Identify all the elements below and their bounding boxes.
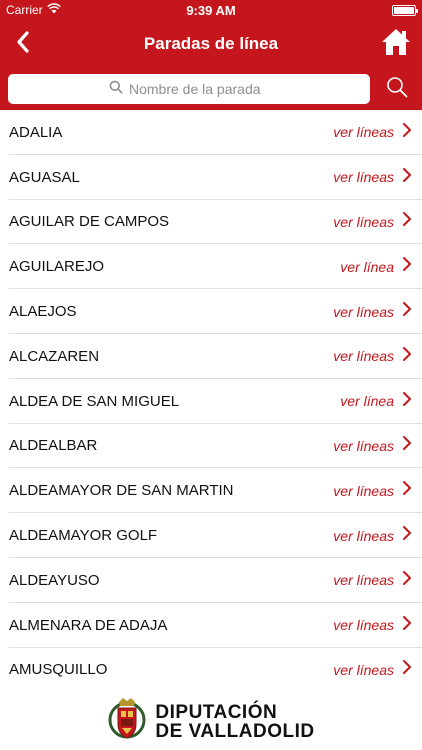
footer-line-1: DIPUTACIÓN <box>155 701 278 723</box>
chevron-right-icon <box>402 301 412 322</box>
row-action[interactable]: ver línea <box>340 391 412 412</box>
see-lines-link[interactable]: ver línea <box>340 259 394 275</box>
stop-name: ALCAZAREN <box>9 347 100 365</box>
stop-name: ALDEAMAYOR DE SAN MARTIN <box>9 482 234 500</box>
row-action[interactable]: ver líneas <box>333 435 412 456</box>
see-lines-link[interactable]: ver líneas <box>333 483 394 499</box>
list-item[interactable]: ALDEAYUSO ver líneas <box>0 558 422 603</box>
list-item[interactable]: AGUASAL ver líneas <box>0 155 422 200</box>
chevron-right-icon <box>402 615 412 636</box>
row-action[interactable]: ver líneas <box>333 659 412 680</box>
see-lines-link[interactable]: ver líneas <box>333 572 394 588</box>
stop-name: AGUILAREJO <box>9 258 105 276</box>
stop-name: ALDEA DE SAN MIGUEL <box>9 392 180 410</box>
stop-name: ALDEALBAR <box>9 437 98 455</box>
row-action[interactable]: ver líneas <box>333 525 412 546</box>
nav-bar: Paradas de línea <box>0 20 422 68</box>
list-item[interactable]: ALAEJOS ver líneas <box>0 289 422 334</box>
row-action[interactable]: ver líneas <box>333 122 412 143</box>
row-action[interactable]: ver líneas <box>333 167 412 188</box>
see-lines-link[interactable]: ver líneas <box>333 662 394 678</box>
chevron-right-icon <box>402 525 412 546</box>
chevron-right-icon <box>402 391 412 412</box>
stop-name: ADALIA <box>9 123 63 141</box>
chevron-right-icon <box>402 122 412 143</box>
stop-name: ALDEAMAYOR GOLF <box>9 527 158 545</box>
search-bar <box>0 68 422 110</box>
battery-level <box>394 6 414 14</box>
search-icon <box>386 76 408 103</box>
chevron-right-icon <box>402 570 412 591</box>
see-lines-link[interactable]: ver líneas <box>333 528 394 544</box>
footer-text: DIPUTACIÓN DE VALLADOLID <box>155 703 314 741</box>
list-item[interactable]: AMUSQUILLO ver líneas <box>0 648 422 693</box>
list-item[interactable]: ALMENARA DE ADAJA ver líneas <box>0 603 422 648</box>
search-field[interactable] <box>8 74 370 104</box>
search-button[interactable] <box>382 74 412 104</box>
list-item[interactable]: ALDEALBAR ver líneas <box>0 424 422 469</box>
footer-logo: DIPUTACIÓN DE VALLADOLID <box>0 693 422 750</box>
list-item[interactable]: ALDEAMAYOR GOLF ver líneas <box>0 513 422 558</box>
back-button[interactable] <box>8 28 38 60</box>
list-item[interactable]: ALCAZAREN ver líneas <box>0 334 422 379</box>
see-lines-link[interactable]: ver líneas <box>333 214 394 230</box>
chevron-left-icon <box>16 30 30 58</box>
row-action[interactable]: ver líneas <box>333 615 412 636</box>
row-action[interactable]: ver líneas <box>333 301 412 322</box>
row-action[interactable]: ver línea <box>340 256 412 277</box>
stop-name: AGUILAR DE CAMPOS <box>9 213 170 231</box>
search-input[interactable] <box>129 81 269 97</box>
coat-of-arms-icon <box>107 696 147 747</box>
chevron-right-icon <box>402 346 412 367</box>
chevron-right-icon <box>402 435 412 456</box>
chevron-right-icon <box>402 480 412 501</box>
wifi-icon <box>46 3 61 17</box>
stop-name: AMUSQUILLO <box>9 661 108 679</box>
footer-line-2: DE VALLADOLID <box>155 720 315 742</box>
chevron-right-icon <box>402 256 412 277</box>
list-item[interactable]: ADALIA ver líneas <box>0 110 422 155</box>
status-bar: Carrier 9:39 AM <box>0 0 422 20</box>
status-left: Carrier <box>6 3 61 17</box>
home-icon <box>380 27 412 62</box>
stop-list: ADALIA ver líneas AGUASAL ver líneas AGUILAR… <box>0 110 422 692</box>
stop-name: ALDEAYUSO <box>9 571 100 589</box>
stop-name: AGUASAL <box>9 168 80 186</box>
see-lines-link[interactable]: ver línea <box>340 393 394 409</box>
stop-name: ALMENARA DE ADAJA <box>9 616 168 634</box>
see-lines-link[interactable]: ver líneas <box>333 617 394 633</box>
row-action[interactable]: ver líneas <box>333 211 412 232</box>
battery-icon <box>392 4 418 16</box>
see-lines-link[interactable]: ver líneas <box>333 169 394 185</box>
home-button[interactable] <box>376 24 416 64</box>
chevron-right-icon <box>402 659 412 680</box>
search-field-icon <box>109 80 123 99</box>
row-action[interactable]: ver líneas <box>333 480 412 501</box>
see-lines-link[interactable]: ver líneas <box>333 438 394 454</box>
list-item[interactable]: ALDEAMAYOR DE SAN MARTIN ver líneas <box>0 468 422 513</box>
status-time: 9:39 AM <box>186 2 236 18</box>
see-lines-link[interactable]: ver líneas <box>333 348 394 364</box>
list-item[interactable]: AGUILAR DE CAMPOS ver líneas <box>0 200 422 245</box>
row-action[interactable]: ver líneas <box>333 570 412 591</box>
chevron-right-icon <box>402 167 412 188</box>
see-lines-link[interactable]: ver líneas <box>333 124 394 140</box>
row-action[interactable]: ver líneas <box>333 346 412 367</box>
list-item[interactable]: AGUILAREJO ver línea <box>0 244 422 289</box>
see-lines-link[interactable]: ver líneas <box>333 304 394 320</box>
chevron-right-icon <box>402 211 412 232</box>
page-title: Paradas de línea <box>143 34 279 53</box>
stop-name: ALAEJOS <box>9 303 77 321</box>
list-item[interactable]: ALDEA DE SAN MIGUEL ver línea <box>0 379 422 424</box>
carrier-label: Carrier <box>6 3 43 17</box>
